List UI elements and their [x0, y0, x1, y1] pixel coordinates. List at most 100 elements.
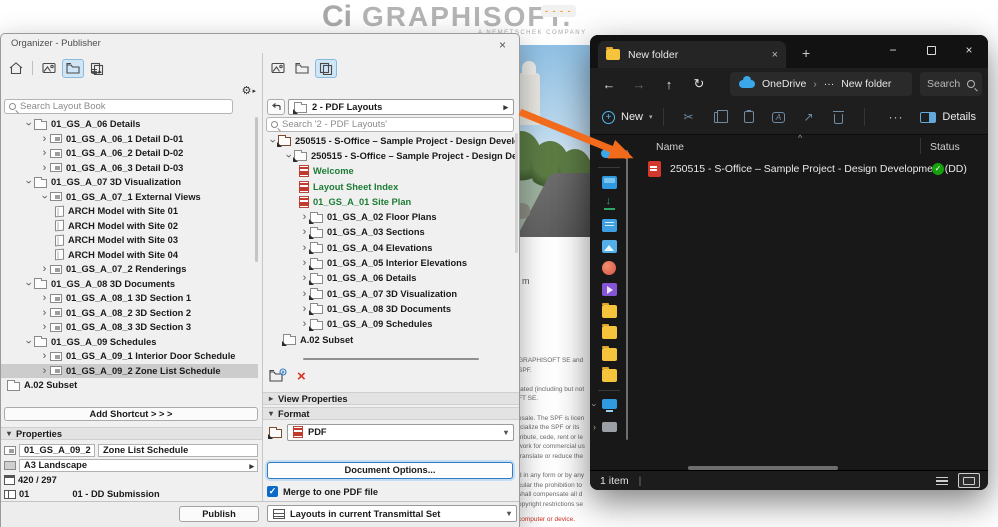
sidebar-item-desktop[interactable]	[590, 172, 628, 194]
maximize-icon[interactable]	[912, 35, 950, 65]
tree-item[interactable]: ›01_GS_A_09_1 Interior Door Schedule	[1, 349, 258, 364]
sidebar-item-folder[interactable]	[590, 301, 628, 323]
tree-item[interactable]: ›01_GS_A_08_2 3D Section 2	[1, 306, 258, 321]
tree-item[interactable]: ›ARCH Model with Site 03	[1, 233, 258, 248]
sidebar-item-onedrive[interactable]	[590, 142, 628, 164]
sidebar-item-folder[interactable]	[590, 365, 628, 387]
new-tab-icon[interactable]: +	[802, 45, 810, 61]
delete-item-icon[interactable]: ×	[297, 370, 306, 384]
sidebar-item-pictures[interactable]	[590, 236, 628, 258]
expand-chevron-icon[interactable]: ›	[39, 264, 50, 274]
tree-item[interactable]: ›01_GS_A_07_1 External Views	[1, 190, 258, 205]
expand-chevron-icon[interactable]: ›	[39, 293, 50, 303]
minimize-icon[interactable]: −	[874, 35, 912, 65]
cut-icon[interactable]: ✂	[674, 110, 704, 124]
tree-item[interactable]: ›Welcome	[263, 164, 517, 179]
rename-icon[interactable]: A	[764, 112, 794, 123]
up-one-level-button[interactable]	[267, 99, 285, 115]
properties-section-header[interactable]: ▾ Properties	[1, 427, 262, 440]
address-bar[interactable]: OneDrive › ··· New folder	[730, 72, 912, 96]
expand-chevron-icon[interactable]: ›	[39, 366, 50, 376]
close-icon[interactable]: ×	[499, 38, 506, 52]
expand-chevron-icon[interactable]: ›	[40, 191, 50, 202]
copy-icon[interactable]	[704, 112, 734, 123]
list-view-icon[interactable]	[931, 473, 953, 488]
expand-chevron-icon[interactable]: ›	[24, 278, 34, 289]
column-divider[interactable]	[920, 138, 921, 154]
sidebar-item-downloads[interactable]	[590, 193, 628, 215]
expand-chevron-icon[interactable]: ›	[39, 163, 50, 173]
sidebar-item-folder[interactable]	[590, 322, 628, 344]
new-button[interactable]: + New ▾	[602, 111, 653, 124]
tree-item[interactable]: ›01_GS_A_06 Details	[1, 117, 258, 132]
tree-item[interactable]: ›01_GS_A_05 Interior Elevations	[263, 255, 517, 270]
tree-item[interactable]: ›250515 - S-Office – Sample Project - De…	[263, 148, 517, 163]
tree-item[interactable]: ›01_GS_A_08_1 3D Section 1	[1, 291, 258, 306]
expand-chevron-icon[interactable]: ›	[24, 336, 34, 347]
status-column-header[interactable]: Status	[930, 141, 960, 153]
tree-item[interactable]: ›01_GS_A_09 Schedules	[1, 335, 258, 350]
publisher-set-dropdown[interactable]: 2 - PDF Layouts ▸	[288, 99, 514, 115]
tree-item[interactable]: ›01_GS_A_06_3 Detail D-03	[1, 161, 258, 176]
close-icon[interactable]: ×	[950, 35, 988, 65]
tree-item[interactable]: ›250515 - S-Office – Sample Project - De…	[263, 133, 517, 148]
refresh-icon[interactable]: ↻	[684, 76, 714, 92]
tree-view-menu-button[interactable]: ≡▸	[91, 66, 102, 78]
tree-item[interactable]: ›Layout Sheet Index	[263, 179, 517, 194]
expand-chevron-icon[interactable]: ›	[284, 150, 294, 161]
tree-item[interactable]: ›01_GS_A_09_2 Zone List Schedule	[1, 364, 258, 379]
layout-book-icon[interactable]	[291, 59, 313, 78]
tree-item[interactable]: ›01_GS_A_06_2 Detail D-02	[1, 146, 258, 161]
project-chooser-icon[interactable]	[5, 59, 27, 78]
sidebar-item-folder[interactable]	[590, 344, 628, 366]
add-shortcut-button[interactable]: Add Shortcut > > >	[4, 407, 258, 421]
thumbnail-view-icon[interactable]	[958, 473, 980, 488]
search-box[interactable]: Search	[920, 72, 982, 96]
expand-chevron-icon[interactable]: ›	[24, 119, 34, 130]
expand-chevron-icon[interactable]: ›	[593, 422, 596, 432]
tree-item[interactable]: ›01_GS_A_06 Details	[263, 271, 517, 286]
view-map-icon[interactable]	[267, 59, 289, 78]
document-options-button[interactable]: Document Options...	[267, 462, 513, 479]
sidebar-item-videos[interactable]	[590, 279, 628, 301]
sidebar-item-music[interactable]	[590, 258, 628, 280]
layout-book-icon[interactable]	[62, 59, 84, 78]
layout-name-field[interactable]: Zone List Schedule	[98, 444, 258, 457]
name-column-header[interactable]: Name	[656, 141, 684, 153]
tree-item[interactable]: ›01_GS_A_04 Elevations	[263, 240, 517, 255]
expand-chevron-icon[interactable]: ›	[39, 322, 50, 332]
tree-item[interactable]: ›ARCH Model with Site 02	[1, 219, 258, 234]
expand-chevron-icon[interactable]: ›	[590, 404, 600, 407]
breadcrumb-onedrive[interactable]: OneDrive	[762, 78, 806, 90]
tree-item[interactable]: ›ARCH Model with Site 04	[1, 248, 258, 263]
tree-item[interactable]: ›01_GS_A_01 Site Plan	[263, 194, 517, 209]
file-row[interactable]: 250515 - S-Office – Sample Project - Des…	[630, 158, 982, 180]
left-tree-scrollbar[interactable]	[255, 117, 258, 262]
tree-item[interactable]: ›01_GS_A_06_1 Detail D-01	[1, 132, 258, 147]
view-properties-section-header[interactable]: ▸ View Properties	[263, 392, 519, 405]
publisher-sets-icon[interactable]	[315, 59, 337, 78]
master-layout-dropdown[interactable]: A3 Landscape ▸	[19, 459, 258, 472]
layout-book-search-input[interactable]: Search Layout Book	[4, 99, 233, 114]
forward-icon[interactable]: →	[624, 77, 654, 92]
explorer-tab[interactable]: New folder ×	[598, 41, 786, 68]
merge-checkbox[interactable]: ✓	[267, 486, 278, 497]
publish-button[interactable]: Publish	[179, 506, 259, 522]
sidebar-item-network[interactable]: ›	[590, 416, 628, 438]
tree-item[interactable]: ›01_GS_A_08 3D Documents	[263, 301, 517, 316]
back-icon[interactable]: ←	[594, 77, 624, 92]
close-tab-icon[interactable]: ×	[772, 49, 778, 61]
expand-chevron-icon[interactable]: ›	[39, 351, 50, 361]
share-icon[interactable]: ↗	[794, 110, 824, 124]
tree-item[interactable]: ›01_GS_A_08 3D Documents	[1, 277, 258, 292]
expand-chevron-icon[interactable]: ›	[39, 308, 50, 318]
publish-scope-dropdown[interactable]: Layouts in current Transmittal Set ▾	[267, 505, 517, 522]
tree-item[interactable]: ›01_GS_A_03 Sections	[263, 225, 517, 240]
delete-icon[interactable]	[824, 111, 854, 124]
new-folder-icon[interactable]	[269, 368, 287, 387]
tree-item[interactable]: ›01_GS_A_08_3 3D Section 3	[1, 320, 258, 335]
format-dropdown[interactable]: PDF ▾	[287, 424, 514, 441]
breadcrumb-ellipsis[interactable]: ···	[824, 78, 835, 90]
more-options-icon[interactable]: ···	[889, 110, 904, 124]
expand-chevron-icon[interactable]: ›	[24, 177, 34, 188]
